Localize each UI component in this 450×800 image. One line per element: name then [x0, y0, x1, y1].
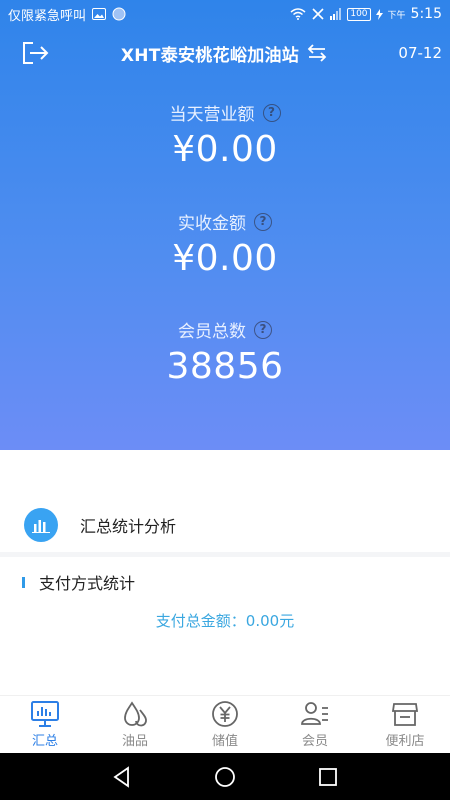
- yuan-coin-icon: [212, 701, 238, 727]
- metric-value: 38856: [166, 346, 284, 387]
- member-card-icon: [301, 702, 328, 725]
- back-triangle-icon[interactable]: [110, 765, 134, 789]
- date-selector[interactable]: 07-12: [398, 44, 442, 62]
- analysis-label: 汇总统计分析: [80, 517, 177, 536]
- metric-daily-revenue: 当天营业额 ? ¥0.00: [0, 100, 450, 170]
- carrier-text: 仅限紧急呼叫: [8, 8, 87, 24]
- tab-label: 会员: [301, 734, 328, 749]
- tab-summary[interactable]: 汇总: [0, 696, 90, 753]
- tab-convenience-store[interactable]: 便利店: [360, 696, 450, 753]
- image-notification-icon: [92, 8, 107, 20]
- tab-label: 汇总: [31, 734, 58, 749]
- oil-drops-icon: [124, 701, 147, 727]
- bar-chart-icon: [24, 508, 58, 542]
- metric-member-count: 会员总数 ? 38856: [0, 317, 450, 387]
- payment-total-amount: 支付总金额：0.00元: [155, 612, 295, 630]
- assistant-notification-icon: [112, 7, 126, 21]
- wifi-icon: [290, 8, 306, 20]
- summary-analysis-entry[interactable]: 汇总统计分析: [0, 500, 450, 550]
- summary-header-panel: 仅限紧急呼叫 100 下午 5:15 XHT泰安桃花峪加油站 07-12 当天营…: [0, 0, 450, 450]
- clock-text: 5:15: [410, 6, 442, 22]
- tab-stored-value[interactable]: 储值: [180, 696, 270, 753]
- bottom-tab-bar: 汇总 油品 储值 会员 便利店: [0, 695, 450, 753]
- tab-member[interactable]: 会员: [270, 696, 360, 753]
- tab-label: 油品: [121, 734, 148, 749]
- home-circle-icon[interactable]: [213, 765, 237, 789]
- signal-bars-icon: [330, 8, 342, 20]
- recents-square-icon[interactable]: [316, 765, 340, 789]
- system-nav-bar: [0, 753, 450, 800]
- payment-section-title: 支付方式统计: [39, 574, 136, 593]
- switch-station-icon[interactable]: [305, 43, 329, 63]
- tab-label: 便利店: [385, 734, 425, 749]
- payment-stats-section: 支付方式统计 支付总金额：0.00元: [0, 560, 450, 670]
- metric-actual-received: 实收金额 ? ¥0.00: [0, 209, 450, 279]
- tab-label: 储值: [211, 734, 238, 749]
- station-selector[interactable]: XHT泰安桃花峪加油站: [121, 41, 329, 66]
- tab-oil[interactable]: 油品: [90, 696, 180, 753]
- metric-value: ¥0.00: [172, 129, 278, 170]
- summary-monitor-icon: [31, 701, 59, 727]
- help-icon[interactable]: ?: [262, 103, 281, 122]
- metric-label: 当天营业额: [169, 105, 255, 125]
- logout-icon[interactable]: [20, 40, 50, 66]
- section-divider: [0, 552, 450, 557]
- battery-level: 100: [347, 7, 371, 21]
- metric-label: 会员总数: [178, 322, 246, 342]
- section-accent-bar: [22, 576, 25, 588]
- help-icon[interactable]: ?: [254, 320, 272, 339]
- help-icon[interactable]: ?: [254, 212, 272, 231]
- status-bar: 仅限紧急呼叫 100 下午 5:15: [0, 0, 450, 28]
- store-icon: [391, 703, 419, 726]
- top-bar: XHT泰安桃花峪加油站 07-12: [0, 36, 450, 70]
- ampm-text: 下午: [387, 10, 406, 21]
- station-title: XHT泰安桃花峪加油站: [120, 45, 300, 66]
- metric-value: ¥0.00: [172, 238, 278, 279]
- metric-label: 实收金额: [178, 214, 246, 234]
- charging-icon: [375, 8, 383, 20]
- no-signal-icon: [312, 8, 324, 20]
